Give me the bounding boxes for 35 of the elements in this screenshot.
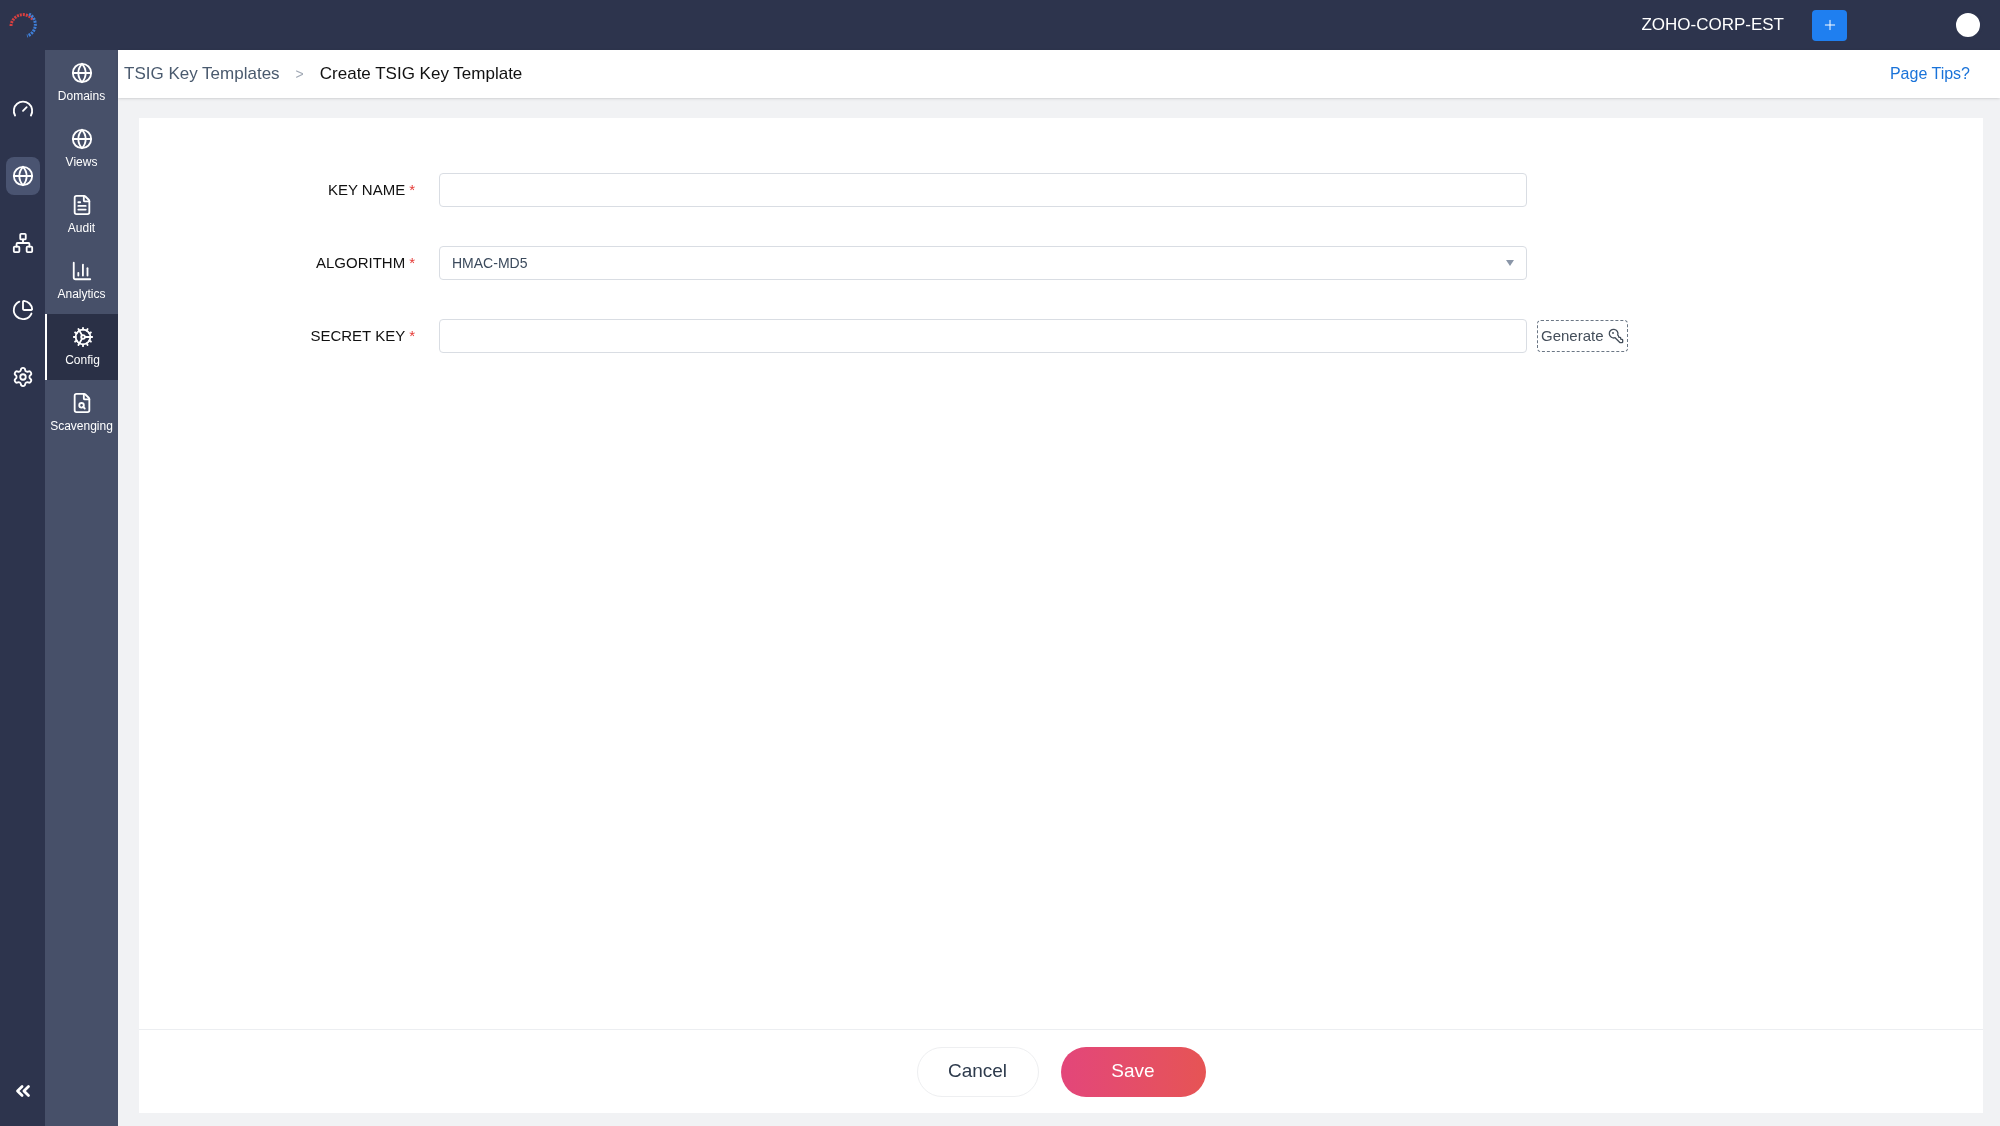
algorithm-dropdown[interactable]: HMAC-MD5 [439,246,1527,280]
text-field[interactable] [439,173,1527,207]
breadcrumb-link[interactable]: TSIG Key Templates [124,61,280,87]
text-field[interactable] [439,319,1527,353]
page-tips-link[interactable]: Page Tips? [1889,62,1970,86]
network-icon [11,232,34,254]
nav-item[interactable]: Analytics [45,248,118,314]
required-mark: * [409,325,415,346]
required-mark: * [409,252,415,273]
field-label: KEY NAME [327,179,406,200]
nav-item[interactable]: Views [45,116,118,182]
key-icon [1607,328,1624,344]
globe-icon [11,165,34,187]
dropdown-arrow-icon [1506,260,1514,266]
required-mark: * [409,179,415,200]
nav-item[interactable]: Audit [45,182,118,248]
cancel-button[interactable]: Cancel [916,1046,1039,1097]
gear-icon [11,366,34,388]
nav-item[interactable]: Scavenging [45,380,118,446]
page-title: Create TSIG Key Template [319,63,523,86]
globe-icon [70,61,93,84]
gears-icon [71,325,94,348]
nav-item[interactable]: Config [45,314,118,380]
field-label: ALGORITHM [315,252,406,273]
bar-chart-icon [70,259,93,282]
breadcrumb-separator: > [295,64,304,84]
globe-icon [70,127,93,150]
add-button[interactable] [1812,9,1847,41]
nav-item[interactable]: Domains [45,50,118,116]
pie-chart-icon [11,299,34,321]
save-button[interactable]: Save [1060,1046,1206,1097]
organization-name: ZOHO-CORP-EST [1641,14,1784,37]
rail-item[interactable] [5,157,40,195]
field-label: SECRET KEY [310,325,406,346]
generate-button[interactable]: Generate [1537,320,1628,352]
